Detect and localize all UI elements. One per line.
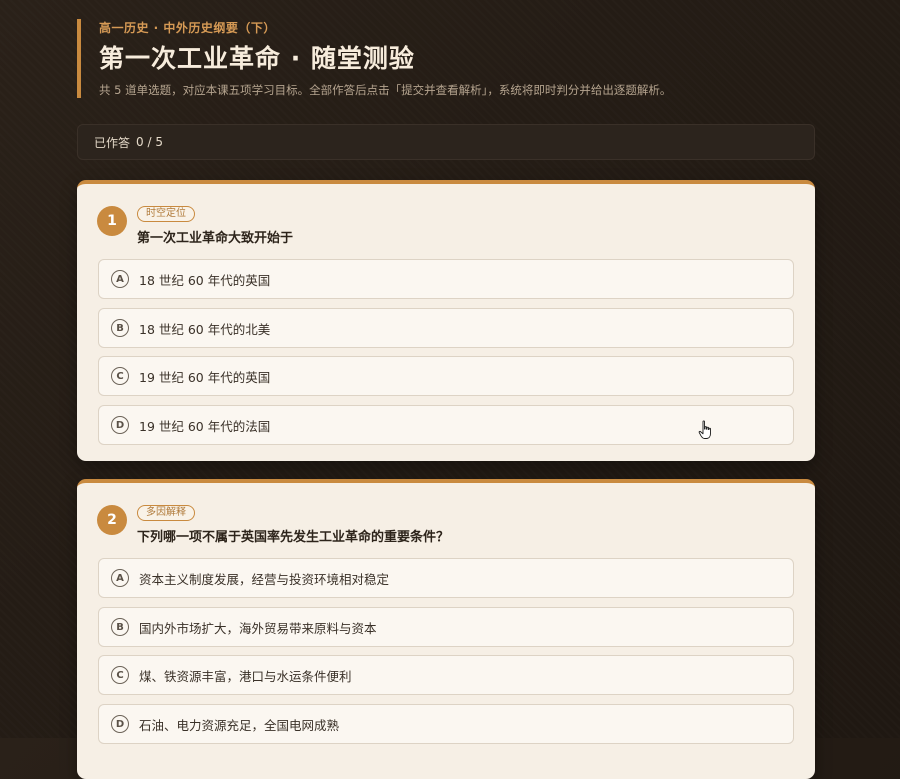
quiz-header: 高一历史 · 中外历史纲要（下） 第一次工业革命 · 随堂测验 共 5 道单选题…	[77, 19, 817, 98]
quiz-instructions: 共 5 道单选题，对应本课五项学习目标。全部作答后点击「提交并查看解析」，系统将…	[99, 83, 672, 97]
question-number-badge: 1	[97, 206, 127, 236]
option-c[interactable]: C 19 世纪 60 年代的英国	[98, 356, 794, 396]
option-b[interactable]: B 国内外市场扩大，海外贸易带来原料与资本	[98, 607, 794, 647]
question-text: 第一次工业革命大致开始于	[137, 231, 294, 246]
question-number-badge: 2	[97, 505, 127, 535]
option-text: 18 世纪 60 年代的英国	[139, 272, 271, 288]
option-letter-badge: C	[111, 367, 129, 385]
option-letter-badge: A	[111, 569, 129, 587]
hand-pointer-icon	[698, 420, 711, 439]
progress-label: 已作答	[94, 135, 131, 150]
option-text: 煤、铁资源丰富，港口与水运条件便利	[139, 668, 352, 684]
option-c[interactable]: C 煤、铁资源丰富，港口与水运条件便利	[98, 655, 794, 695]
question-tag: 多因解释	[137, 505, 195, 521]
question-text: 下列哪一项不属于英国率先发生工业革命的重要条件？	[137, 530, 450, 545]
option-text: 资本主义制度发展，经营与投资环境相对稳定	[139, 571, 390, 587]
progress-bar: 已作答 0 / 5	[77, 124, 815, 160]
course-label: 高一历史 · 中外历史纲要（下）	[99, 21, 276, 35]
option-letter-badge: D	[111, 416, 129, 434]
option-letter-badge: A	[111, 270, 129, 288]
option-d[interactable]: D 19 世纪 60 年代的法国	[98, 405, 794, 445]
option-d[interactable]: D 石油、电力资源充足，全国电网成熟	[98, 704, 794, 744]
option-text: 18 世纪 60 年代的北美	[139, 321, 271, 337]
option-text: 19 世纪 60 年代的法国	[139, 418, 271, 434]
option-letter-badge: B	[111, 319, 129, 337]
question-tag: 时空定位	[137, 206, 195, 222]
option-letter-badge: C	[111, 666, 129, 684]
progress-count: 0 / 5	[136, 135, 163, 149]
option-letter-badge: D	[111, 715, 129, 733]
option-text: 国内外市场扩大，海外贸易带来原料与资本	[139, 620, 377, 636]
option-b[interactable]: B 18 世纪 60 年代的北美	[98, 308, 794, 348]
page-title: 第一次工业革命 · 随堂测验	[99, 44, 415, 73]
question-card-1: 1 时空定位 第一次工业革命大致开始于 A 18 世纪 60 年代的英国 B 1…	[77, 180, 815, 461]
option-text: 石油、电力资源充足，全国电网成熟	[139, 717, 340, 733]
option-text: 19 世纪 60 年代的英国	[139, 369, 271, 385]
option-a[interactable]: A 18 世纪 60 年代的英国	[98, 259, 794, 299]
question-card-2: 2 多因解释 下列哪一项不属于英国率先发生工业革命的重要条件？ A 资本主义制度…	[77, 479, 815, 779]
option-a[interactable]: A 资本主义制度发展，经营与投资环境相对稳定	[98, 558, 794, 598]
option-letter-badge: B	[111, 618, 129, 636]
